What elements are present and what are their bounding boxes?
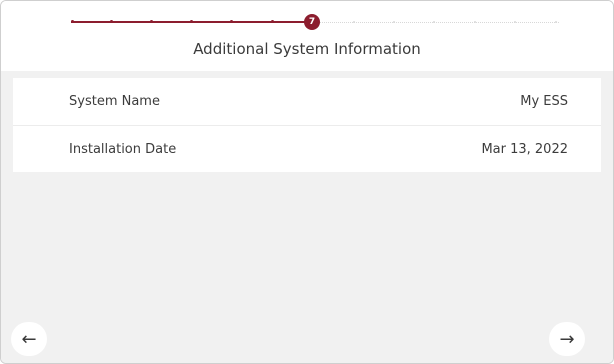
stepper-tick: [555, 21, 557, 23]
stepper-tick: [271, 20, 274, 23]
stepper-tick: [190, 20, 193, 23]
progress-stepper: 7: [71, 14, 559, 30]
system-name-row[interactable]: System Name My ESS: [13, 78, 601, 125]
stepper-tick: [474, 21, 476, 23]
stepper-tick: [230, 20, 233, 23]
content-panel: System Name My ESS Installation Date Mar…: [1, 71, 613, 363]
installation-date-row[interactable]: Installation Date Mar 13, 2022: [13, 125, 601, 172]
installation-date-value: Mar 13, 2022: [481, 141, 568, 157]
installation-date-label: Installation Date: [69, 141, 177, 157]
stepper-tick: [393, 21, 395, 23]
back-button[interactable]: ←: [11, 322, 47, 356]
stepper-tick: [514, 21, 516, 23]
setup-screen: 7 Additional System Information System N…: [0, 0, 614, 364]
stepper-remaining-track: [311, 22, 559, 23]
current-step-badge: 7: [304, 14, 320, 30]
stepper-tick: [433, 21, 435, 23]
stepper-tick: [150, 20, 153, 23]
arrow-left-icon: ←: [21, 328, 37, 350]
stepper-tick: [110, 20, 113, 23]
header: 7 Additional System Information: [1, 1, 613, 71]
page-title: Additional System Information: [193, 40, 421, 58]
stepper-tick: [353, 21, 355, 23]
stepper-tick: [71, 20, 74, 23]
info-card: System Name My ESS Installation Date Mar…: [13, 78, 601, 172]
system-name-value: My ESS: [520, 94, 568, 109]
arrow-right-icon: →: [559, 328, 575, 350]
next-button[interactable]: →: [549, 322, 585, 356]
system-name-label: System Name: [69, 94, 160, 109]
